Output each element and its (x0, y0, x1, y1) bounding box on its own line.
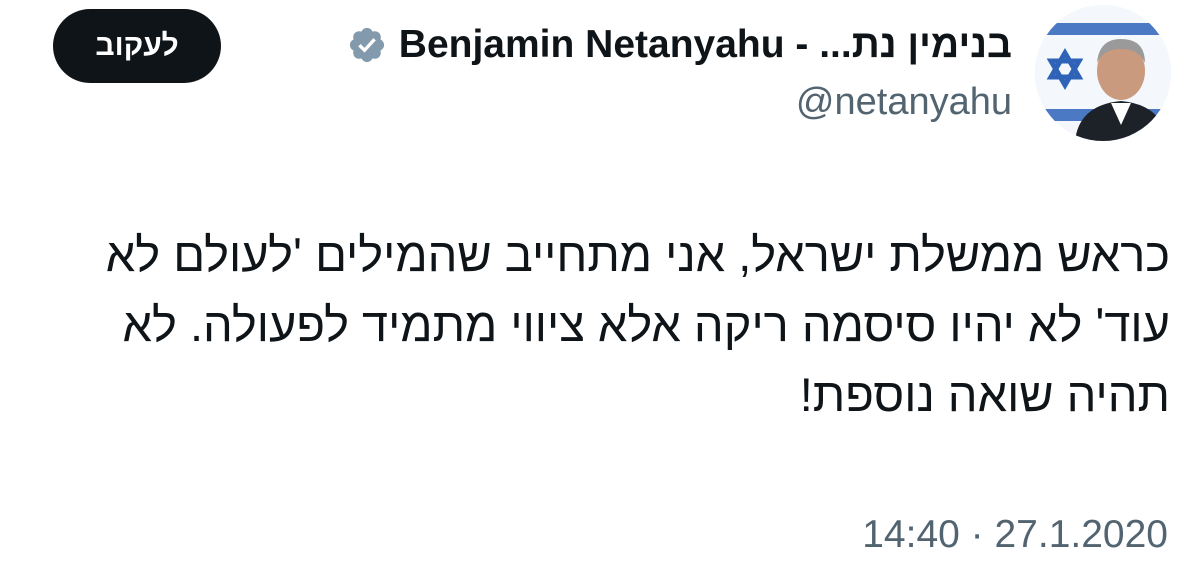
tweet-text-line: עוד' לא יהיו סיסמה ריקה אלא ציווי מתמיד … (122, 298, 1171, 351)
tweet-card: בנימין נת... - Benjamin Netanyahu @netan… (0, 0, 1200, 577)
follow-button[interactable]: לעקוב (53, 9, 221, 83)
tweet-text: כראש ממשלת ישראל, אני מתחייב שהמילים 'לע… (70, 220, 1170, 430)
author-display-name[interactable]: בנימין נת... - Benjamin Netanyahu (399, 20, 1012, 70)
tweet-text-line: תהיה שואה נוספת! (799, 368, 1170, 421)
author-name-row: בנימין נת... - Benjamin Netanyahu (347, 20, 1012, 70)
verified-badge-icon (347, 25, 387, 65)
author-handle[interactable]: @netanyahu (796, 78, 1012, 126)
tweet-timestamp[interactable]: 14:40 · 27.1.2020 (862, 510, 1168, 560)
tweet-text-line: כראש ממשלת ישראל, אני מתחייב שהמילים 'לע… (105, 228, 1170, 281)
avatar[interactable] (1035, 5, 1171, 141)
avatar-image (1035, 5, 1171, 141)
